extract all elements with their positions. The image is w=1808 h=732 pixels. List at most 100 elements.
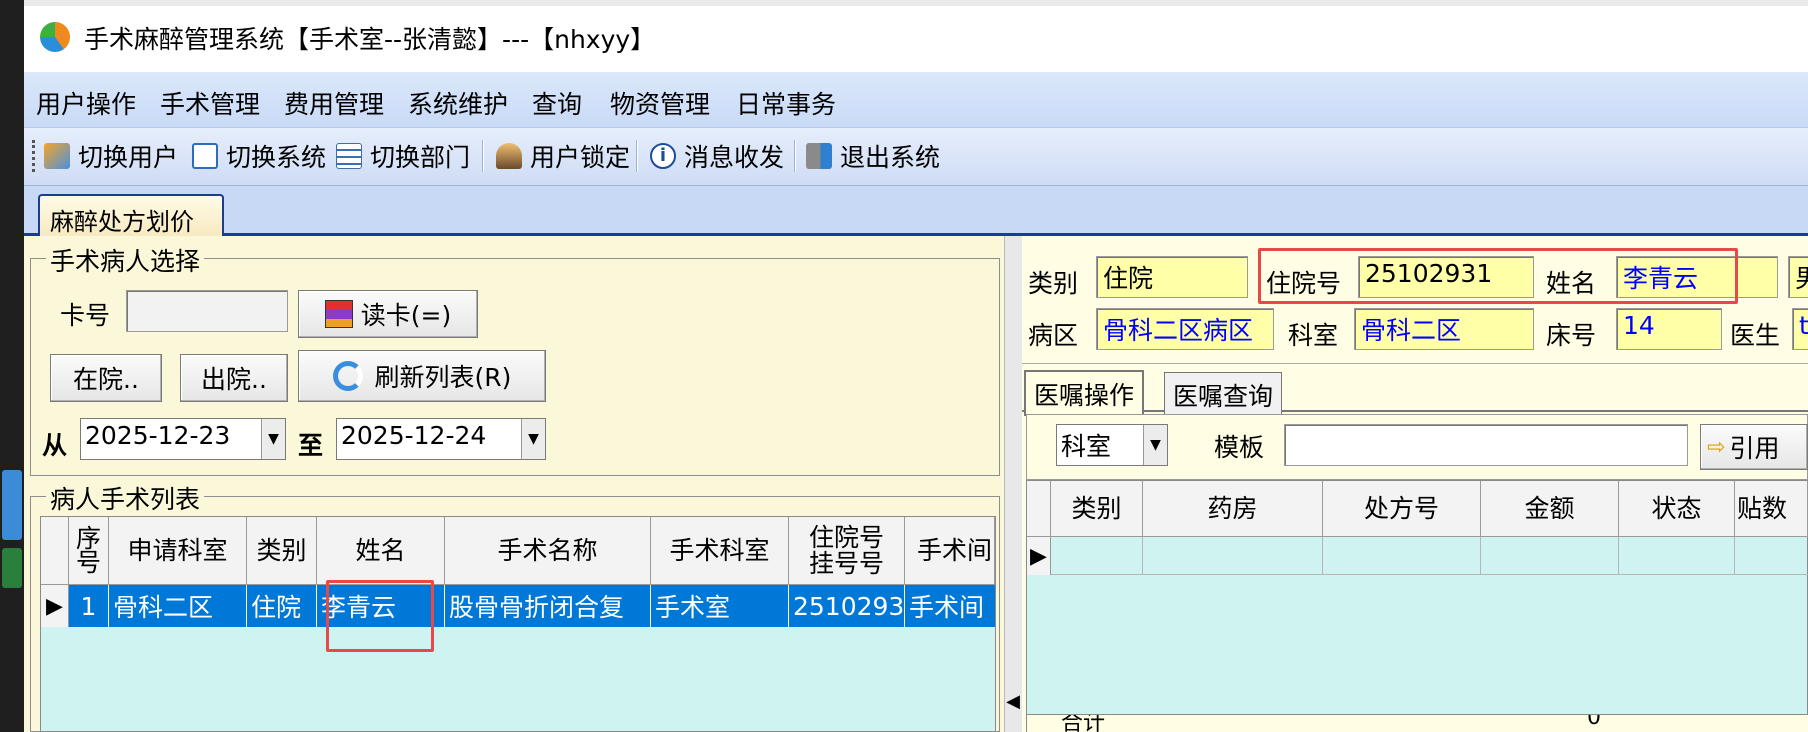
- doctor-field[interactable]: t: [1792, 308, 1808, 350]
- chevron-down-icon[interactable]: ▼: [521, 419, 545, 459]
- grid-row-indicator-header: [41, 517, 69, 585]
- user-lock-button[interactable]: 用户锁定: [496, 138, 630, 174]
- chevron-down-icon[interactable]: ▼: [1143, 425, 1167, 465]
- cell-type: 住院: [247, 585, 317, 627]
- template-input[interactable]: [1284, 424, 1688, 466]
- tab-order-query[interactable]: 医嘱查询: [1164, 372, 1283, 417]
- tab-anesthesia-pricing[interactable]: 麻醉处方划价: [38, 194, 224, 236]
- lock-user-icon: [496, 143, 522, 169]
- order-grid-footer: 合计 0: [1027, 714, 1808, 732]
- col-room[interactable]: 手术间: [905, 517, 995, 585]
- row-pointer-icon: ▶: [1027, 537, 1051, 575]
- menu-bar: 用户操作 手术管理 费用管理 系统维护 查询 物资管理 日常事务: [24, 72, 1808, 128]
- footer-total-label: 合计: [1061, 714, 1106, 732]
- info-icon: i: [650, 143, 676, 169]
- order-cell: [1051, 537, 1143, 575]
- order-col-status[interactable]: 状态: [1619, 481, 1735, 537]
- toolbar-separator: [636, 140, 638, 172]
- message-button[interactable]: i 消息收发: [650, 138, 784, 174]
- patient-select-legend: 手术病人选择: [46, 242, 205, 278]
- cell-admission: 2510293: [789, 585, 905, 627]
- switch-dept-icon: [336, 143, 362, 169]
- in-hospital-button[interactable]: 在院..: [50, 354, 162, 402]
- template-label: 模板: [1214, 433, 1265, 462]
- switch-user-icon: [44, 143, 70, 169]
- menu-system-maint[interactable]: 系统维护: [408, 85, 508, 121]
- cell-surgery-name: 股骨骨折闭合复: [445, 585, 651, 627]
- menu-fee-mgmt[interactable]: 费用管理: [284, 85, 384, 121]
- order-grid-indicator-header: [1027, 481, 1051, 537]
- col-seq[interactable]: 序号: [69, 517, 109, 585]
- order-col-pharmacy[interactable]: 药房: [1143, 481, 1323, 537]
- col-name[interactable]: 姓名: [317, 517, 445, 585]
- card-input[interactable]: [126, 290, 288, 332]
- col-dept[interactable]: 申请科室: [109, 517, 247, 585]
- bed-field[interactable]: 14: [1616, 308, 1722, 350]
- toolbar-separator: [794, 140, 796, 172]
- switch-system-button[interactable]: 切换系统: [192, 138, 326, 174]
- cell-dept: 骨科二区: [109, 585, 247, 627]
- panel-splitter[interactable]: [1004, 236, 1022, 732]
- to-date-picker[interactable]: 2025-12-24 ▼: [336, 418, 546, 460]
- refresh-list-button[interactable]: 刷新列表(R): [298, 350, 546, 402]
- toolbar: 切换用户 切换系统 切换部门 用户锁定 i 消息收发 退出系统: [24, 128, 1808, 186]
- highlight-admission-name: [1258, 248, 1738, 304]
- exit-system-button[interactable]: 退出系统: [806, 138, 940, 174]
- menu-surgery-mgmt[interactable]: 手术管理: [160, 85, 260, 121]
- table-row[interactable]: [1051, 537, 1808, 575]
- app-logo-icon: [40, 22, 70, 52]
- cell-room: 手术间: [909, 593, 985, 622]
- order-cell: [1323, 537, 1481, 575]
- discharged-button[interactable]: 出院..: [180, 354, 288, 402]
- dept-field[interactable]: 骨科二区: [1354, 308, 1534, 350]
- col-type[interactable]: 类别: [247, 517, 317, 585]
- menu-user-ops[interactable]: 用户操作: [36, 85, 136, 121]
- tab-order-ops[interactable]: 医嘱操作: [1024, 370, 1145, 416]
- switch-user-button[interactable]: 切换用户: [44, 138, 178, 174]
- menu-daily-affairs[interactable]: 日常事务: [736, 85, 836, 121]
- order-col-amount[interactable]: 金额: [1481, 481, 1619, 537]
- to-label: 至: [298, 431, 324, 460]
- category-label: 类别: [1028, 269, 1079, 298]
- order-cell: [1481, 537, 1619, 575]
- toolbar-grip[interactable]: [32, 140, 36, 172]
- chevron-down-icon[interactable]: ▼: [261, 419, 285, 459]
- cite-button[interactable]: ⇨ 引用: [1700, 424, 1808, 470]
- ward-field[interactable]: 骨科二区病区: [1096, 308, 1274, 350]
- doctor-label: 医生: [1730, 321, 1781, 350]
- highlight-name-cell: [326, 580, 434, 652]
- refresh-icon: [332, 361, 363, 391]
- tab-strip: [24, 186, 1808, 236]
- col-surgery-name[interactable]: 手术名称: [445, 517, 651, 585]
- window-title: 手术麻醉管理系统【手术室--张清懿】---【nhxyy】: [84, 25, 656, 54]
- category-field[interactable]: 住院: [1096, 256, 1248, 298]
- ward-label: 病区: [1028, 321, 1079, 350]
- read-card-button[interactable]: 读卡(=): [298, 290, 478, 338]
- exit-door-icon: [806, 143, 832, 169]
- col-op-dept[interactable]: 手术科室: [651, 517, 789, 585]
- order-cell: [1619, 537, 1735, 575]
- from-date-picker[interactable]: 2025-12-23 ▼: [80, 418, 286, 460]
- bed-label: 床号: [1546, 321, 1597, 350]
- menu-materials[interactable]: 物资管理: [610, 85, 710, 121]
- switch-dept-button[interactable]: 切换部门: [336, 138, 470, 174]
- collapse-left-icon[interactable]: ◀: [1006, 686, 1020, 716]
- cell-op-dept: 手术室: [651, 585, 789, 627]
- table-row[interactable]: 1 骨科二区 住院 李青云 股骨骨折闭合复 手术室 2510293 手术间: [69, 585, 995, 627]
- order-cell: [1143, 537, 1323, 575]
- sex-field[interactable]: 男: [1788, 256, 1808, 298]
- toolbar-separator: [482, 140, 484, 172]
- arrow-right-icon: ⇨: [1707, 434, 1726, 460]
- desktop-background-left: [0, 0, 24, 732]
- order-col-count[interactable]: 贴数: [1735, 481, 1808, 537]
- menu-query[interactable]: 查询: [532, 85, 582, 121]
- switch-system-icon: [192, 143, 218, 169]
- from-label: 从: [42, 431, 68, 460]
- col-admission[interactable]: 住院号挂号号: [789, 517, 905, 585]
- order-col-rx-no[interactable]: 处方号: [1323, 481, 1481, 537]
- footer-total-amount: 0: [1587, 714, 1601, 730]
- order-col-category[interactable]: 类别: [1051, 481, 1143, 537]
- card-reader-icon: [324, 300, 353, 328]
- dept-select[interactable]: 科室 ▼: [1056, 424, 1168, 466]
- card-label: 卡号: [60, 301, 111, 330]
